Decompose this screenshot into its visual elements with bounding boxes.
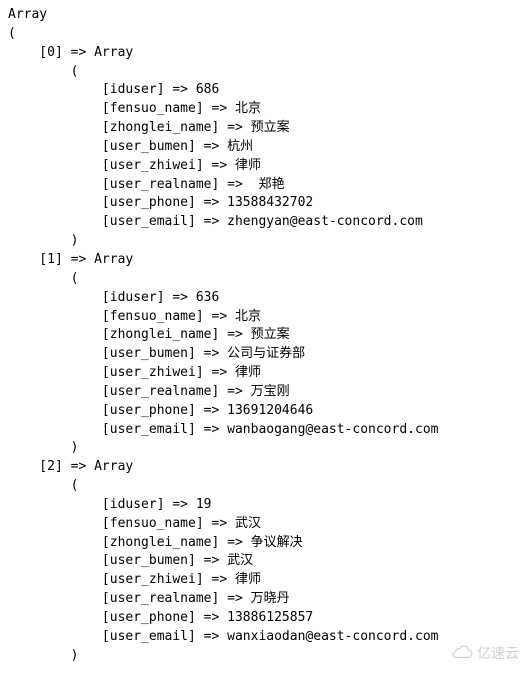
array-field-user_bumen: [user_bumen] => 杭州	[8, 138, 519, 157]
array-field-zhonglei_name: [zhonglei_name] => 预立案	[8, 119, 519, 138]
close-paren-inner: )	[8, 647, 519, 666]
array-index: [0] => Array	[8, 44, 519, 63]
open-paren-inner: (	[8, 270, 519, 289]
array-header: Array	[8, 6, 519, 25]
array-index: [2] => Array	[8, 458, 519, 477]
open-paren-inner: (	[8, 477, 519, 496]
close-paren-inner: )	[8, 439, 519, 458]
array-field-fensuo_name: [fensuo_name] => 北京	[8, 100, 519, 119]
array-field-user_bumen: [user_bumen] => 公司与证券部	[8, 345, 519, 364]
array-field-user_zhiwei: [user_zhiwei] => 律师	[8, 571, 519, 590]
array-field-user_zhiwei: [user_zhiwei] => 律师	[8, 157, 519, 176]
array-index: [1] => Array	[8, 251, 519, 270]
array-field-user_email: [user_email] => zhengyan@east-concord.co…	[8, 213, 519, 232]
array-field-iduser: [iduser] => 686	[8, 81, 519, 100]
array-field-zhonglei_name: [zhonglei_name] => 争议解决	[8, 534, 519, 553]
array-field-user_email: [user_email] => wanbaogang@east-concord.…	[8, 421, 519, 440]
array-field-user_bumen: [user_bumen] => 武汉	[8, 552, 519, 571]
close-paren-inner: )	[8, 232, 519, 251]
array-field-fensuo_name: [fensuo_name] => 北京	[8, 308, 519, 327]
array-field-user_realname: [user_realname] => 郑艳	[8, 176, 519, 195]
php-array-dump: Array( [0] => Array ( [iduser] => 686 [f…	[8, 6, 519, 666]
array-field-fensuo_name: [fensuo_name] => 武汉	[8, 515, 519, 534]
array-field-user_realname: [user_realname] => 万宝刚	[8, 383, 519, 402]
array-field-iduser: [iduser] => 19	[8, 496, 519, 515]
array-field-user_zhiwei: [user_zhiwei] => 律师	[8, 364, 519, 383]
array-field-user_phone: [user_phone] => 13691204646	[8, 402, 519, 421]
open-paren-inner: (	[8, 63, 519, 82]
array-field-user_phone: [user_phone] => 13588432702	[8, 194, 519, 213]
open-paren: (	[8, 25, 519, 44]
array-field-iduser: [iduser] => 636	[8, 289, 519, 308]
array-field-user_email: [user_email] => wanxiaodan@east-concord.…	[8, 628, 519, 647]
array-field-user_phone: [user_phone] => 13886125857	[8, 609, 519, 628]
array-field-user_realname: [user_realname] => 万晓丹	[8, 590, 519, 609]
array-field-zhonglei_name: [zhonglei_name] => 预立案	[8, 326, 519, 345]
